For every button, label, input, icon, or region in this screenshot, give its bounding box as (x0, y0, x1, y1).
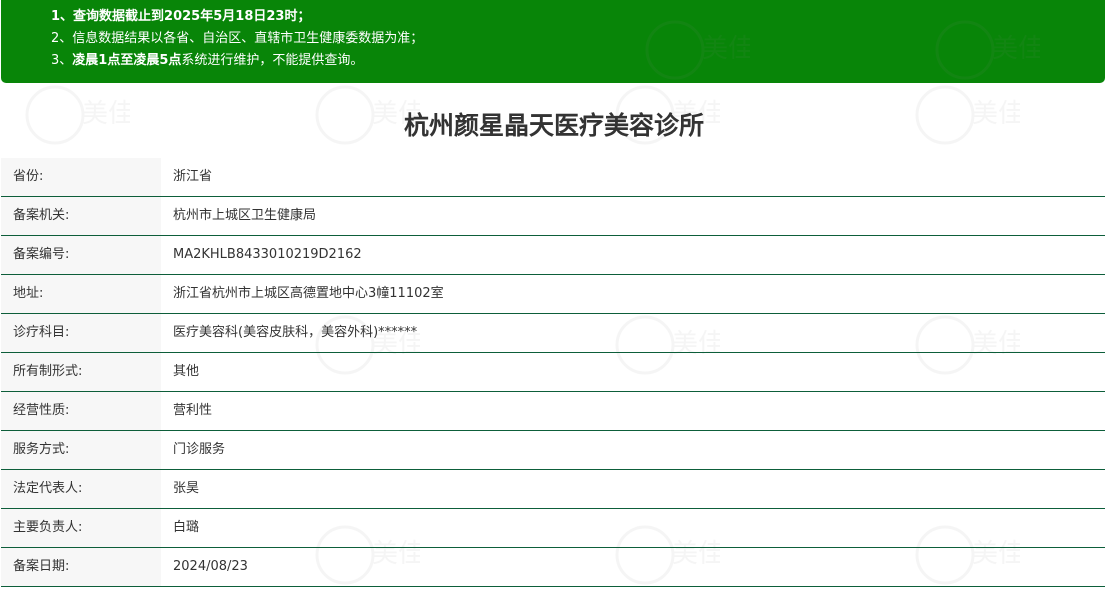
row-value: 浙江省杭州市上城区高德置地中心3幢11102室 (173, 286, 444, 301)
notice-line-2: 2、信息数据结果以各省、自治区、直辖市卫生健康委数据为准； (51, 31, 424, 46)
row-label: 服务方式: (1, 431, 161, 469)
row-value: MA2KHLB8433010219D2162 (173, 247, 362, 262)
info-row-record-number: 备案编号: MA2KHLB8433010219D2162 (1, 236, 1105, 275)
notice-line-3: 3、凌晨1点至凌晨5点系统进行维护，不能提供查询。 (51, 52, 363, 70)
row-value: 浙江省 (173, 169, 213, 184)
row-label: 所有制形式: (1, 353, 161, 391)
info-row-record-date: 备案日期: 2024/08/23 (1, 548, 1105, 587)
row-value: 白璐 (173, 520, 200, 535)
row-label: 主要负责人: (1, 509, 161, 547)
row-label: 备案编号: (1, 236, 161, 274)
clinic-title: 杭州颜星晶天医疗美容诊所 (403, 111, 704, 140)
notice-line-3-suffix: 系统进行维护，不能提供查询。 (181, 53, 364, 68)
row-value: 张昊 (173, 481, 200, 496)
info-row-service-mode: 服务方式: 门诊服务 (1, 431, 1105, 470)
info-row-business-nature: 经营性质: 营利性 (1, 392, 1105, 431)
row-label: 备案机关: (1, 197, 161, 235)
row-value: 医疗美容科(美容皮肤科，美容外科)****** (173, 325, 418, 340)
info-table: 省份: 浙江省 备案机关: 杭州市上城区卫生健康局 备案编号: MA2KHLB8… (1, 158, 1105, 587)
row-value: 2024/08/23 (173, 559, 248, 574)
notice-line-1: 1、查询数据截止到2025年5月18日23时； (51, 9, 311, 24)
row-label: 备案日期: (1, 548, 161, 586)
info-row-legal-rep: 法定代表人: 张昊 (1, 470, 1105, 509)
info-row-province: 省份: 浙江省 (1, 158, 1105, 197)
info-row-address: 地址: 浙江省杭州市上城区高德置地中心3幢11102室 (1, 275, 1105, 314)
row-value: 杭州市上城区卫生健康局 (173, 208, 317, 223)
row-label: 地址: (1, 275, 161, 313)
row-value: 门诊服务 (173, 442, 226, 457)
info-row-departments: 诊疗科目: 医疗美容科(美容皮肤科，美容外科)****** (1, 314, 1105, 353)
row-value: 营利性 (173, 403, 213, 418)
row-label: 诊疗科目: (1, 314, 161, 352)
info-row-principal: 主要负责人: 白璐 (1, 509, 1105, 548)
row-label: 法定代表人: (1, 470, 161, 508)
notice-banner: 1、查询数据截止到2025年5月18日23时； 2、信息数据结果以各省、自治区、… (1, 0, 1105, 83)
info-row-ownership: 所有制形式: 其他 (1, 353, 1105, 392)
notice-line-3-prefix: 3、 (51, 53, 73, 68)
row-label: 省份: (1, 158, 161, 196)
row-value: 其他 (173, 364, 200, 379)
row-label: 经营性质: (1, 392, 161, 430)
info-row-authority: 备案机关: 杭州市上城区卫生健康局 (1, 197, 1105, 236)
notice-line-3-bold: 凌晨1点至凌晨5点 (72, 53, 182, 68)
